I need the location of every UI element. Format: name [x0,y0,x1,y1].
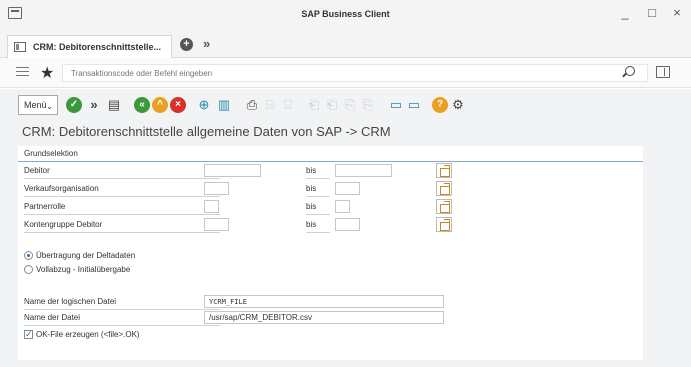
kontengruppe-multiple-selection-button[interactable] [436,217,452,232]
selection-group: Grundselektion Debitor bis Verkaufsorgan… [18,146,643,360]
side-panel-icon[interactable] [656,66,670,78]
double-arrow-icon[interactable]: » [86,97,102,113]
execute-icon[interactable]: ⊕ [196,97,212,113]
maximize-button[interactable]: □ [642,4,662,22]
row-verkaufsorganisation: Verkaufsorganisation bis [24,181,624,197]
menu-button-label: Menü [24,100,47,110]
verkaufsorganisation-label: Verkaufsorganisation [24,184,99,193]
logical-file-label: Name der logischen Datei [24,297,117,306]
minimize-button[interactable]: _ [615,4,635,22]
print-icon[interactable]: ⎙ [244,97,260,113]
partnerrolle-to-input[interactable] [335,200,350,213]
first-page-icon: ⎗ [308,97,320,112]
debitor-multiple-selection-button[interactable] [436,163,452,178]
label-underline [24,214,220,215]
kontengruppe-bis-label: bis [306,220,317,229]
label-underline [24,232,220,233]
group-title: Grundselektion [24,149,78,158]
bis-underline [306,178,330,179]
page-title: CRM: Debitorenschnittstelle allgemeine D… [22,124,391,139]
window-title: SAP Business Client [301,9,390,19]
file-name-label: Name der Datei [24,313,81,322]
radio-delta-label: Übertragung der Deltadaten [36,251,136,260]
tab-bar: CRM: Debitorenschnittstelle... + » [0,30,691,58]
row-kontengruppe: Kontengruppe Debitor bis [24,217,624,233]
okfile-label: OK-File erzeugen (<file>.OK) [36,330,140,339]
find-next-icon: ⌸ [284,97,292,112]
radio-delta[interactable] [24,251,33,260]
save-icon[interactable]: ▤ [106,97,122,113]
kontengruppe-label: Kontengruppe Debitor [24,220,103,229]
kontengruppe-from-input[interactable] [204,218,229,231]
label-underline [24,325,220,326]
shortcut-icon[interactable]: ▭ [406,97,422,113]
verkaufsorganisation-from-input[interactable] [204,182,229,195]
tab-crm-debitorenschnittstelle[interactable]: CRM: Debitorenschnittstelle... [7,35,172,58]
okfile-checkbox[interactable]: ✓ [24,330,33,339]
partnerrolle-bis-label: bis [306,202,317,211]
debitor-bis-label: bis [306,166,317,175]
search-icon[interactable] [625,66,635,76]
radio-full[interactable] [24,265,33,274]
tab-label: CRM: Debitorenschnittstelle... [33,42,162,52]
file-name-input[interactable] [204,311,444,324]
add-tab-icon[interactable]: + [180,38,193,51]
menu-button[interactable]: Menü ⌄ [18,95,58,115]
check-icon[interactable]: ✓ [66,97,82,113]
debitor-to-input[interactable] [335,164,392,177]
group-divider [18,161,643,162]
command-input[interactable] [62,64,648,82]
label-underline [24,309,220,310]
row-logical-file: Name der logischen Datei [24,295,624,310]
label-underline [24,196,220,197]
row-debitor: Debitor bis [24,163,624,179]
application-toolbar: Menü ⌄ ✓ » ▤ « ^ × ⊕ ▥ ⎙ ⌸ ⌸ ⎗ ⎗ ⎘ ⎘ ▭ ▭… [18,95,678,119]
verkaufsorganisation-to-input[interactable] [335,182,360,195]
partnerrolle-multiple-selection-button[interactable] [436,199,452,214]
bis-underline [306,232,330,233]
variant-icon[interactable]: ▥ [216,97,232,113]
bis-underline [306,196,330,197]
previous-page-icon: ⎗ [326,97,338,112]
find-icon: ⌸ [266,97,274,112]
last-page-icon: ⎘ [362,97,374,112]
settings-icon[interactable]: ⚙ [450,97,466,113]
command-bar: ★ [0,58,691,88]
chevron-down-icon: ⌄ [46,102,53,111]
back-icon[interactable]: « [134,97,150,113]
row-file-name: Name der Datei [24,311,624,326]
favorites-star-icon[interactable]: ★ [40,63,54,83]
exit-icon[interactable]: ^ [152,97,168,113]
bis-underline [306,214,330,215]
navigation-menu-icon[interactable] [16,67,29,78]
partnerrolle-from-input[interactable] [204,200,219,213]
help-icon[interactable]: ? [432,97,448,113]
verkaufsorganisation-multiple-selection-button[interactable] [436,181,452,196]
transaction-icon [14,42,26,52]
new-session-icon[interactable]: ▭ [388,97,404,113]
close-button[interactable]: × [667,4,687,22]
debitor-label: Debitor [24,166,50,175]
debitor-from-input[interactable] [204,164,261,177]
logical-file-input[interactable] [204,295,444,308]
next-page-icon: ⎘ [344,97,356,112]
partnerrolle-label: Partnerrolle [24,202,66,211]
main-area: Menü ⌄ ✓ » ▤ « ^ × ⊕ ▥ ⎙ ⌸ ⌸ ⎗ ⎗ ⎘ ⎘ ▭ ▭… [0,89,691,367]
label-underline [24,178,220,179]
kontengruppe-to-input[interactable] [335,218,360,231]
radio-full-label: Vollabzug - Initialübergabe [36,265,131,274]
verkaufsorganisation-bis-label: bis [306,184,317,193]
cancel-icon[interactable]: × [170,97,186,113]
title-bar: SAP Business Client _ □ × [0,0,691,30]
row-partnerrolle: Partnerrolle bis [24,199,624,215]
more-tabs-icon[interactable]: » [203,36,210,51]
